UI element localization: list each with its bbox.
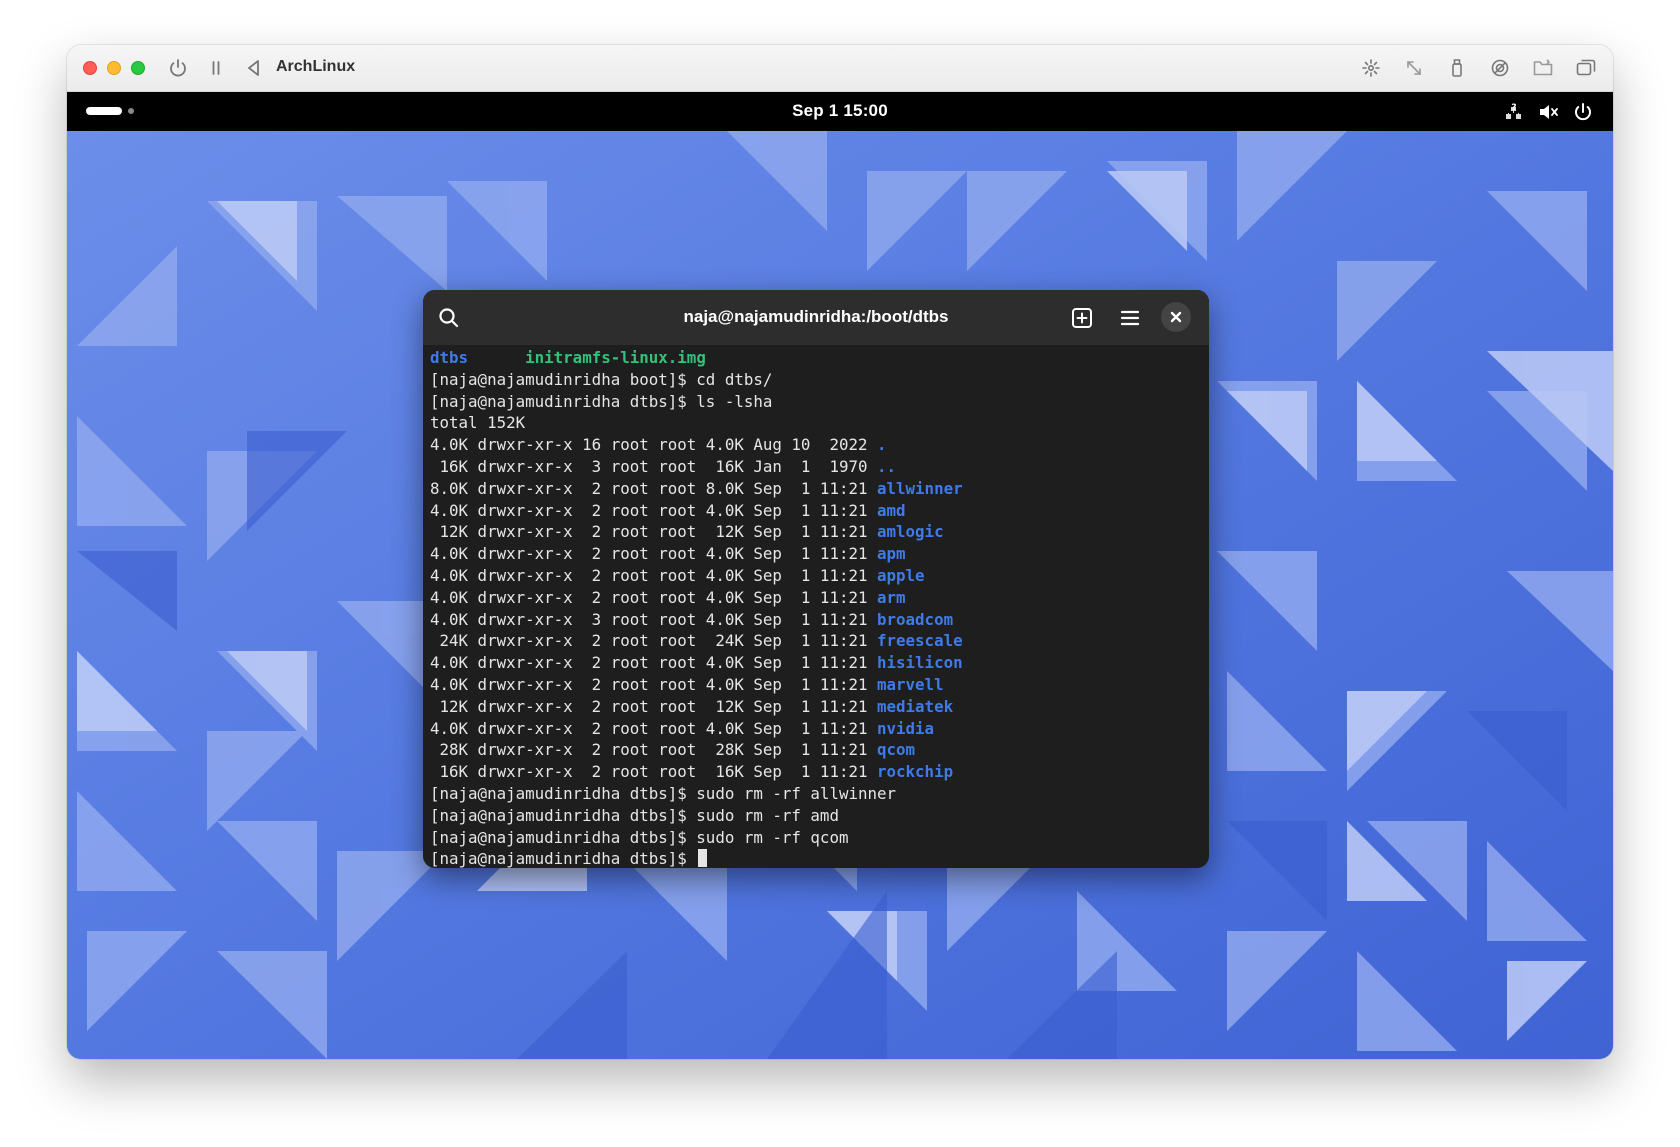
guest-screen: Sep 1 15:00 ? naja@najamudinridha:/boot/… bbox=[67, 92, 1613, 1059]
terminal-text: 4.0K drwxr-xr-x 2 root root 4.0K Sep 1 1… bbox=[430, 544, 877, 564]
terminal-line: 4.0K drwxr-xr-x 2 root root 4.0K Sep 1 1… bbox=[430, 718, 1205, 740]
terminal-line: 24K drwxr-xr-x 2 root root 24K Sep 1 11:… bbox=[430, 630, 1205, 652]
directory-name: amlogic bbox=[877, 522, 944, 542]
terminal-text: 8.0K drwxr-xr-x 2 root root 8.0K Sep 1 1… bbox=[430, 478, 877, 498]
terminal-line: 16K drwxr-xr-x 3 root root 16K Jan 1 197… bbox=[430, 456, 1205, 478]
terminal-text: [naja@najamudinridha dtbs]$ sudo rm -rf … bbox=[430, 827, 849, 847]
close-window-button[interactable] bbox=[83, 61, 97, 75]
terminal-line: 4.0K drwxr-xr-x 2 root root 4.0K Sep 1 1… bbox=[430, 565, 1205, 587]
directory-name: allwinner bbox=[877, 478, 963, 498]
new-tab-icon[interactable] bbox=[1068, 304, 1096, 332]
terminal-line: [naja@najamudinridha dtbs]$ bbox=[430, 848, 1205, 868]
terminal-text: 12K drwxr-xr-x 2 root root 12K Sep 1 11:… bbox=[430, 696, 877, 716]
terminal-text: total 152K bbox=[430, 413, 526, 433]
terminal-line: 12K drwxr-xr-x 2 root root 12K Sep 1 11:… bbox=[430, 696, 1205, 718]
directory-name: qcom bbox=[877, 740, 916, 760]
directory-name: marvell bbox=[877, 674, 944, 694]
network-unknown-icon[interactable]: ? bbox=[1503, 101, 1525, 123]
terminal-text: [naja@najamudinridha dtbs]$ sudo rm -rf … bbox=[430, 805, 839, 825]
terminal-line: 8.0K drwxr-xr-x 2 root root 8.0K Sep 1 1… bbox=[430, 478, 1205, 500]
power-icon[interactable] bbox=[166, 56, 190, 80]
pause-icon[interactable] bbox=[204, 56, 228, 80]
back-icon[interactable] bbox=[242, 56, 266, 80]
terminal-line: 4.0K drwxr-xr-x 2 root root 4.0K Sep 1 1… bbox=[430, 674, 1205, 696]
terminal-output[interactable]: dtbs initramfs-linux.img [naja@najamudinr… bbox=[430, 347, 1205, 868]
folder-icon[interactable] bbox=[1531, 56, 1555, 80]
menu-icon[interactable] bbox=[1116, 304, 1144, 332]
text-cursor bbox=[698, 849, 708, 868]
display-icon[interactable] bbox=[1488, 56, 1512, 80]
terminal-text: 4.0K drwxr-xr-x 2 root root 4.0K Sep 1 1… bbox=[430, 565, 877, 585]
terminal-header[interactable]: naja@najamudinridha:/boot/dtbs bbox=[423, 290, 1209, 345]
volume-muted-icon[interactable] bbox=[1537, 101, 1559, 123]
svg-text:?: ? bbox=[1511, 103, 1516, 113]
terminal-line: dtbs initramfs-linux.img bbox=[430, 347, 1205, 369]
usb-icon[interactable] bbox=[1445, 56, 1469, 80]
terminal-line: 4.0K drwxr-xr-x 3 root root 4.0K Sep 1 1… bbox=[430, 609, 1205, 631]
terminal-line: total 152K bbox=[430, 412, 1205, 434]
terminal-text: [naja@najamudinridha dtbs]$ ls -lsha bbox=[430, 391, 773, 411]
terminal-line: 4.0K drwxr-xr-x 2 root root 4.0K Sep 1 1… bbox=[430, 500, 1205, 522]
terminal-text: 4.0K drwxr-xr-x 3 root root 4.0K Sep 1 1… bbox=[430, 609, 877, 629]
terminal-line: 28K drwxr-xr-x 2 root root 28K Sep 1 11:… bbox=[430, 739, 1205, 761]
vm-window: ArchLinux Sep 1 15:00 ? naja@najamudinri… bbox=[67, 45, 1613, 1059]
close-icon[interactable] bbox=[1161, 302, 1191, 332]
directory-name: broadcom bbox=[877, 609, 954, 629]
terminal-line: [naja@najamudinridha dtbs]$ sudo rm -rf … bbox=[430, 827, 1205, 849]
terminal-text: 24K drwxr-xr-x 2 root root 24K Sep 1 11:… bbox=[430, 631, 877, 651]
terminal-text: [naja@najamudinridha dtbs]$ bbox=[430, 849, 697, 868]
terminal-text: 4.0K drwxr-xr-x 2 root root 4.0K Sep 1 1… bbox=[430, 653, 877, 673]
terminal-text: 4.0K drwxr-xr-x 2 root root 4.0K Sep 1 1… bbox=[430, 718, 877, 738]
terminal-line: 4.0K drwxr-xr-x 2 root root 4.0K Sep 1 1… bbox=[430, 587, 1205, 609]
directory-name: freescale bbox=[877, 631, 963, 651]
windows-icon[interactable] bbox=[1574, 56, 1598, 80]
terminal-text: 4.0K drwxr-xr-x 2 root root 4.0K Sep 1 1… bbox=[430, 500, 877, 520]
resize-icon[interactable] bbox=[1402, 56, 1426, 80]
brightness-icon[interactable] bbox=[1359, 56, 1383, 80]
terminal-line: [naja@najamudinridha dtbs]$ sudo rm -rf … bbox=[430, 805, 1205, 827]
terminal-text: 4.0K drwxr-xr-x 2 root root 4.0K Sep 1 1… bbox=[430, 587, 877, 607]
directory-name: apple bbox=[877, 565, 925, 585]
directory-name: arm bbox=[877, 587, 906, 607]
terminal-window[interactable]: naja@najamudinridha:/boot/dtbs dtbs init… bbox=[423, 290, 1209, 868]
minimize-window-button[interactable] bbox=[107, 61, 121, 75]
directory-name: dtbs bbox=[430, 348, 469, 367]
terminal-line: 16K drwxr-xr-x 2 root root 16K Sep 1 11:… bbox=[430, 761, 1205, 783]
terminal-line: [naja@najamudinridha dtbs]$ sudo rm -rf … bbox=[430, 783, 1205, 805]
terminal-line: 4.0K drwxr-xr-x 2 root root 4.0K Sep 1 1… bbox=[430, 652, 1205, 674]
terminal-text: 28K drwxr-xr-x 2 root root 28K Sep 1 11:… bbox=[430, 740, 877, 760]
terminal-text: 12K drwxr-xr-x 2 root root 12K Sep 1 11:… bbox=[430, 522, 877, 542]
directory-name: amd bbox=[877, 500, 906, 520]
directory-name: .. bbox=[877, 456, 897, 476]
terminal-text: 4.0K drwxr-xr-x 16 root root 4.0K Aug 10… bbox=[430, 435, 877, 455]
terminal-text: 4.0K drwxr-xr-x 2 root root 4.0K Sep 1 1… bbox=[430, 674, 877, 694]
terminal-line: [naja@najamudinridha dtbs]$ ls -lsha bbox=[430, 391, 1205, 413]
vm-titlebar: ArchLinux bbox=[67, 45, 1613, 92]
directory-name: apm bbox=[877, 544, 906, 564]
directory-name: hisilicon bbox=[877, 653, 963, 673]
directory-name: rockchip bbox=[877, 762, 954, 782]
date-time[interactable]: Sep 1 15:00 bbox=[67, 101, 1613, 121]
terminal-text: 16K drwxr-xr-x 3 root root 16K Jan 1 197… bbox=[430, 456, 877, 476]
terminal-line: 4.0K drwxr-xr-x 2 root root 4.0K Sep 1 1… bbox=[430, 543, 1205, 565]
terminal-line: 4.0K drwxr-xr-x 16 root root 4.0K Aug 10… bbox=[430, 434, 1205, 456]
terminal-text: [naja@najamudinridha boot]$ cd dtbs/ bbox=[430, 369, 773, 389]
terminal-line: 12K drwxr-xr-x 2 root root 12K Sep 1 11:… bbox=[430, 521, 1205, 543]
zoom-window-button[interactable] bbox=[131, 61, 145, 75]
directory-name: . bbox=[877, 435, 887, 455]
directory-name: mediatek bbox=[877, 696, 954, 716]
directory-name: nvidia bbox=[877, 718, 935, 738]
vm-title: ArchLinux bbox=[276, 58, 356, 75]
terminal-text: 16K drwxr-xr-x 2 root root 16K Sep 1 11:… bbox=[430, 762, 877, 782]
power-icon[interactable] bbox=[1572, 101, 1594, 123]
image-file-name: initramfs-linux.img bbox=[525, 348, 706, 367]
gnome-top-bar: Sep 1 15:00 ? bbox=[67, 92, 1613, 131]
terminal-line: [naja@najamudinridha boot]$ cd dtbs/ bbox=[430, 369, 1205, 391]
terminal-text: [naja@najamudinridha dtbs]$ sudo rm -rf … bbox=[430, 783, 897, 803]
